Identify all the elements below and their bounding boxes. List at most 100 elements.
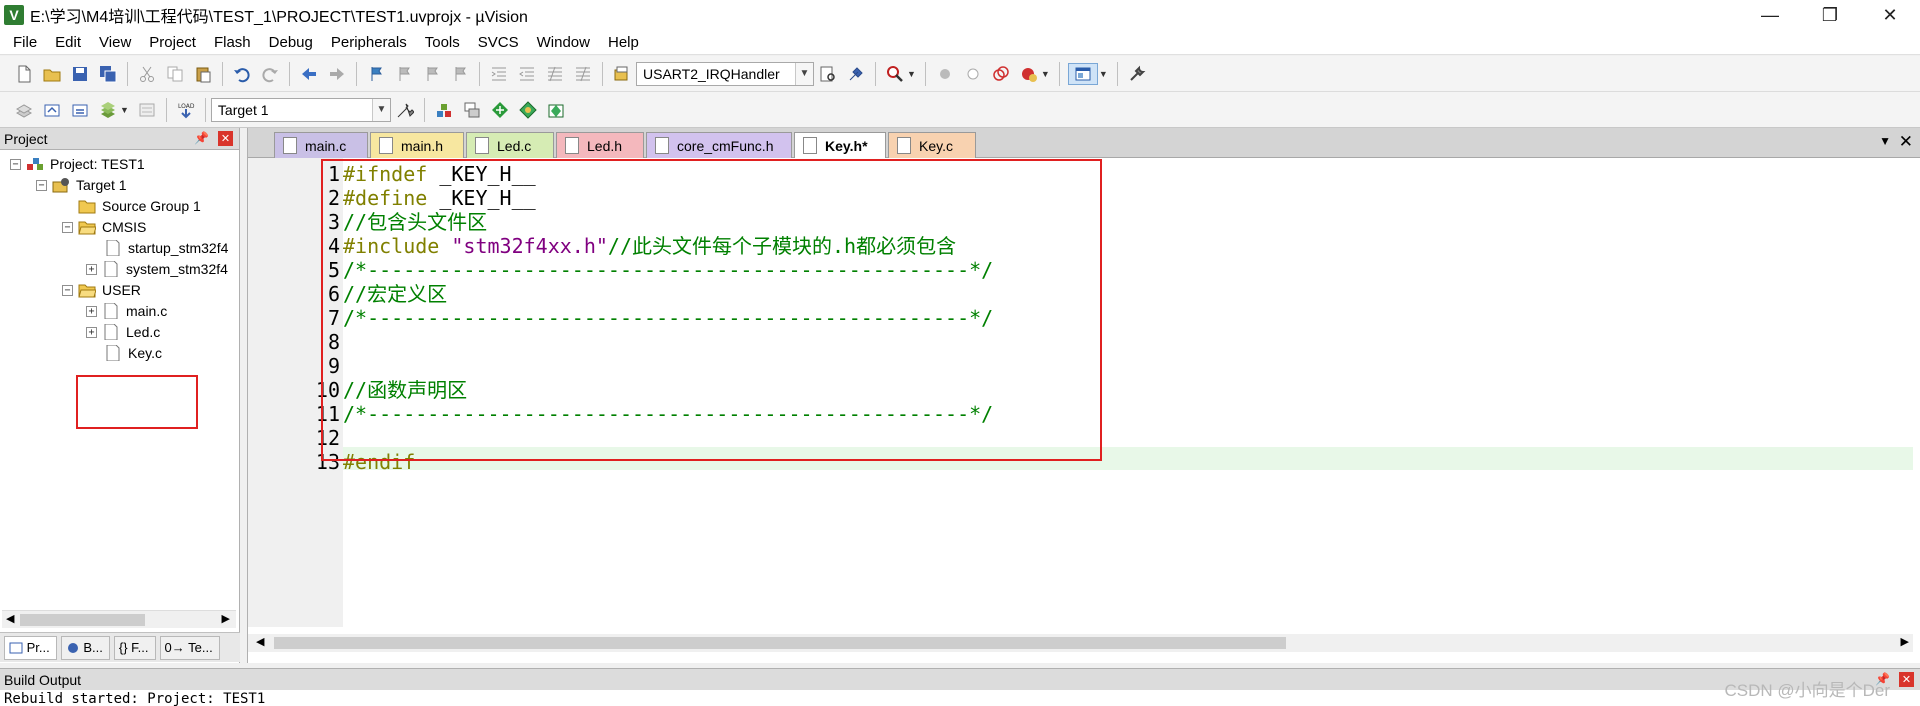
- pack-installer-icon[interactable]: [489, 99, 511, 121]
- chevron-down-icon[interactable]: ▼: [1041, 69, 1050, 79]
- tab-main-h[interactable]: main.h: [370, 132, 464, 158]
- indent-icon[interactable]: [488, 63, 510, 85]
- chevron-down-icon[interactable]: ▼: [371, 98, 390, 121]
- scroll-left-icon[interactable]: ◀: [256, 635, 264, 648]
- collapse-icon[interactable]: −: [10, 158, 21, 170]
- tree-item-source-group[interactable]: Source Group 1: [78, 195, 201, 217]
- close-icon[interactable]: ✕: [218, 131, 233, 146]
- find-in-files-icon[interactable]: [611, 63, 633, 85]
- next-bookmark-icon[interactable]: [421, 63, 443, 85]
- menu-edit[interactable]: Edit: [46, 30, 90, 55]
- manage-rte-icon[interactable]: [517, 99, 539, 121]
- chevron-down-icon[interactable]: ▼: [1099, 69, 1108, 79]
- navigate-back-icon[interactable]: [298, 63, 320, 85]
- scroll-left-icon[interactable]: ◀: [6, 612, 14, 625]
- open-folder-icon[interactable]: [41, 63, 63, 85]
- debug-session-icon[interactable]: [884, 63, 906, 85]
- menu-tools[interactable]: Tools: [416, 30, 469, 55]
- select-packs-icon[interactable]: [461, 99, 483, 121]
- tree-item-system[interactable]: + system_stm32f4: [86, 258, 228, 280]
- tree-item-key-c[interactable]: Key.c: [104, 342, 162, 364]
- expand-icon[interactable]: +: [86, 263, 97, 275]
- save-all-icon[interactable]: [97, 63, 119, 85]
- rebuild-icon[interactable]: [69, 99, 91, 121]
- tab-project[interactable]: Pr...: [4, 635, 57, 660]
- menu-file[interactable]: File: [4, 30, 46, 55]
- scroll-right-icon[interactable]: ▶: [1901, 635, 1909, 648]
- copy-icon[interactable]: [164, 63, 186, 85]
- bookmark-icon[interactable]: [365, 63, 387, 85]
- tree-item-project[interactable]: − Project: TEST1: [10, 153, 145, 175]
- stop-build-icon[interactable]: [136, 99, 158, 121]
- configure-wrench-icon[interactable]: [1126, 63, 1148, 85]
- find-icon[interactable]: [817, 63, 839, 85]
- undo-icon[interactable]: [231, 63, 253, 85]
- scroll-thumb[interactable]: [20, 614, 145, 626]
- menu-flash[interactable]: Flash: [205, 30, 260, 55]
- cut-icon[interactable]: [136, 63, 158, 85]
- expand-icon[interactable]: +: [86, 326, 97, 338]
- tree-item-cmsis[interactable]: − CMSIS: [62, 216, 146, 238]
- save-icon[interactable]: [69, 63, 91, 85]
- tab-led-h[interactable]: Led.h: [556, 132, 644, 158]
- clear-bookmarks-icon[interactable]: [449, 63, 471, 85]
- build-icon[interactable]: [41, 99, 63, 121]
- tab-key-c[interactable]: Key.c: [888, 132, 976, 158]
- pack-config-icon[interactable]: [545, 99, 567, 121]
- tree-item-led-c[interactable]: + Led.c: [86, 321, 160, 343]
- manage-project-items-icon[interactable]: [433, 99, 455, 121]
- unindent-icon[interactable]: [516, 63, 538, 85]
- navigate-forward-icon[interactable]: [326, 63, 348, 85]
- tab-main-c[interactable]: main.c: [274, 132, 368, 158]
- close-button[interactable]: ✕: [1860, 0, 1920, 30]
- disable-all-breakpoints-icon[interactable]: [990, 63, 1012, 85]
- close-icon[interactable]: ✕: [1899, 132, 1913, 152]
- chevron-down-icon[interactable]: ▼: [907, 69, 916, 79]
- redo-icon[interactable]: [259, 63, 281, 85]
- minimize-button[interactable]: —: [1740, 0, 1800, 30]
- new-file-icon[interactable]: [13, 63, 35, 85]
- tree-item-startup[interactable]: startup_stm32f4: [104, 237, 228, 259]
- disable-breakpoint-icon[interactable]: [962, 63, 984, 85]
- tab-key-h[interactable]: Key.h*: [794, 132, 886, 158]
- uncomment-icon[interactable]: [572, 63, 594, 85]
- function-combo[interactable]: USART2_IRQHandler ▼: [636, 61, 814, 86]
- breakpoint-icon[interactable]: [934, 63, 956, 85]
- tab-functions[interactable]: {} F...: [113, 635, 156, 660]
- batch-build-icon[interactable]: [97, 99, 119, 121]
- target-options-icon[interactable]: [394, 99, 416, 121]
- scroll-right-icon[interactable]: ▶: [222, 612, 230, 625]
- menu-svcs[interactable]: SVCS: [469, 30, 528, 55]
- collapse-icon[interactable]: −: [62, 221, 73, 233]
- tree-item-target[interactable]: − Target 1: [36, 174, 127, 196]
- scroll-thumb[interactable]: [274, 637, 1286, 649]
- horizontal-scrollbar[interactable]: ◀ ▶: [248, 634, 1913, 652]
- tab-led-c[interactable]: Led.c: [466, 132, 554, 158]
- restore-button[interactable]: ❐: [1800, 0, 1860, 30]
- incremental-find-icon[interactable]: [845, 63, 867, 85]
- kill-breakpoints-icon[interactable]: [1018, 63, 1040, 85]
- expand-icon[interactable]: +: [86, 305, 97, 317]
- build-output-panel[interactable]: Rebuild started: Project: TEST1: [0, 690, 1920, 706]
- menu-peripherals[interactable]: Peripherals: [322, 30, 416, 55]
- menu-project[interactable]: Project: [140, 30, 205, 55]
- comment-icon[interactable]: [544, 63, 566, 85]
- menu-window[interactable]: Window: [528, 30, 599, 55]
- tab-books[interactable]: B...: [60, 635, 110, 660]
- download-load-icon[interactable]: LOAD: [175, 99, 197, 121]
- chevron-down-icon[interactable]: ▼: [120, 105, 129, 115]
- tab-templates[interactable]: 0→ Te...: [159, 635, 220, 660]
- tree-item-main-c[interactable]: + main.c: [86, 300, 167, 322]
- tab-core-cmfunc-h[interactable]: core_cmFunc.h: [646, 132, 792, 158]
- pin-icon[interactable]: 📌: [194, 131, 209, 145]
- window-layout-icon[interactable]: [1067, 62, 1098, 85]
- prev-bookmark-icon[interactable]: [393, 63, 415, 85]
- menu-debug[interactable]: Debug: [260, 30, 322, 55]
- chevron-down-icon[interactable]: ▼: [1879, 134, 1891, 148]
- menu-help[interactable]: Help: [599, 30, 648, 55]
- tree-item-user[interactable]: − USER: [62, 279, 141, 301]
- close-icon[interactable]: ✕: [1899, 672, 1914, 687]
- menu-view[interactable]: View: [90, 30, 140, 55]
- horizontal-scrollbar[interactable]: ◀ ▶: [2, 610, 236, 628]
- collapse-icon[interactable]: −: [62, 284, 73, 296]
